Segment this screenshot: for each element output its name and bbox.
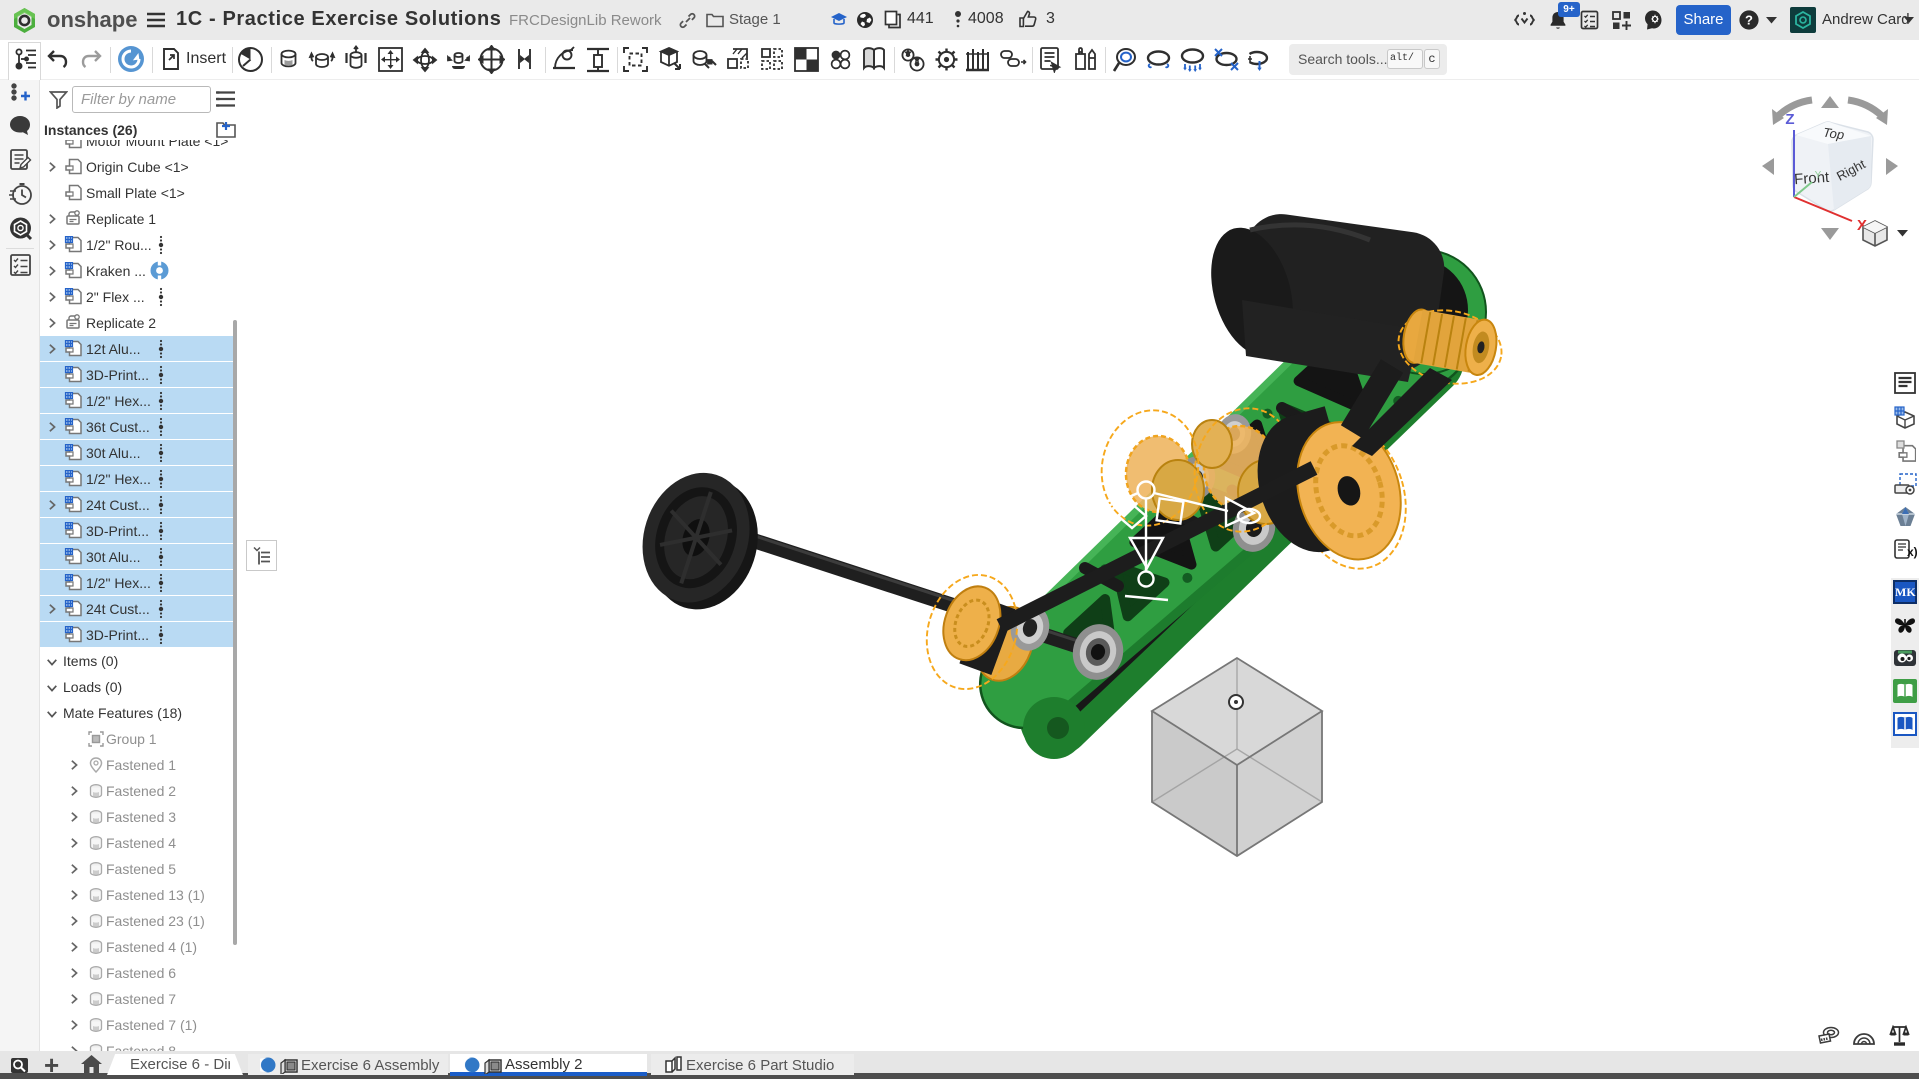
svg-text:Top: Top: [1822, 125, 1845, 143]
svg-text:Z: Z: [1785, 111, 1794, 128]
svg-text:Front: Front: [1794, 169, 1831, 188]
svg-text:x): x): [1907, 545, 1917, 559]
svg-text:?: ?: [1745, 13, 1753, 28]
svg-text:Y: Y: [1815, 170, 1822, 181]
